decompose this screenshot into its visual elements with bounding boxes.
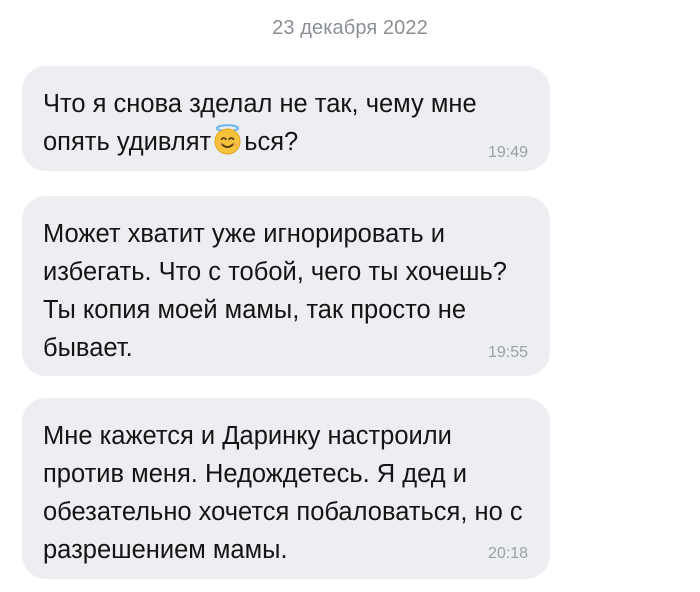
date-separator: 23 декабря 2022 bbox=[272, 17, 428, 39]
message-text-part: ься? bbox=[244, 128, 299, 156]
message-bubble[interactable]: Мне кажется и Даринку настроили против м… bbox=[22, 398, 550, 579]
message-text: Мне кажется и Даринку настроили против м… bbox=[43, 422, 523, 564]
message-bubble[interactable]: Может хватит уже игнорировать и избегать… bbox=[22, 196, 550, 376]
message-timestamp: 19:49 bbox=[487, 144, 528, 161]
message-text: Может хватит уже игнорировать и избегать… bbox=[43, 220, 507, 362]
message-bubble[interactable]: Что я снова зделал не так, чему мне опят… bbox=[22, 66, 550, 171]
message-timestamp: 19:55 bbox=[487, 344, 528, 361]
message-timestamp: 20:18 bbox=[487, 545, 528, 562]
message-text: Что я снова зделал не так, чему мне опят… bbox=[43, 85, 529, 161]
chat-history[interactable]: 23 декабря 2022 Что я снова зделал не та… bbox=[0, 0, 700, 592]
smiling-face-with-halo-icon bbox=[212, 124, 243, 155]
